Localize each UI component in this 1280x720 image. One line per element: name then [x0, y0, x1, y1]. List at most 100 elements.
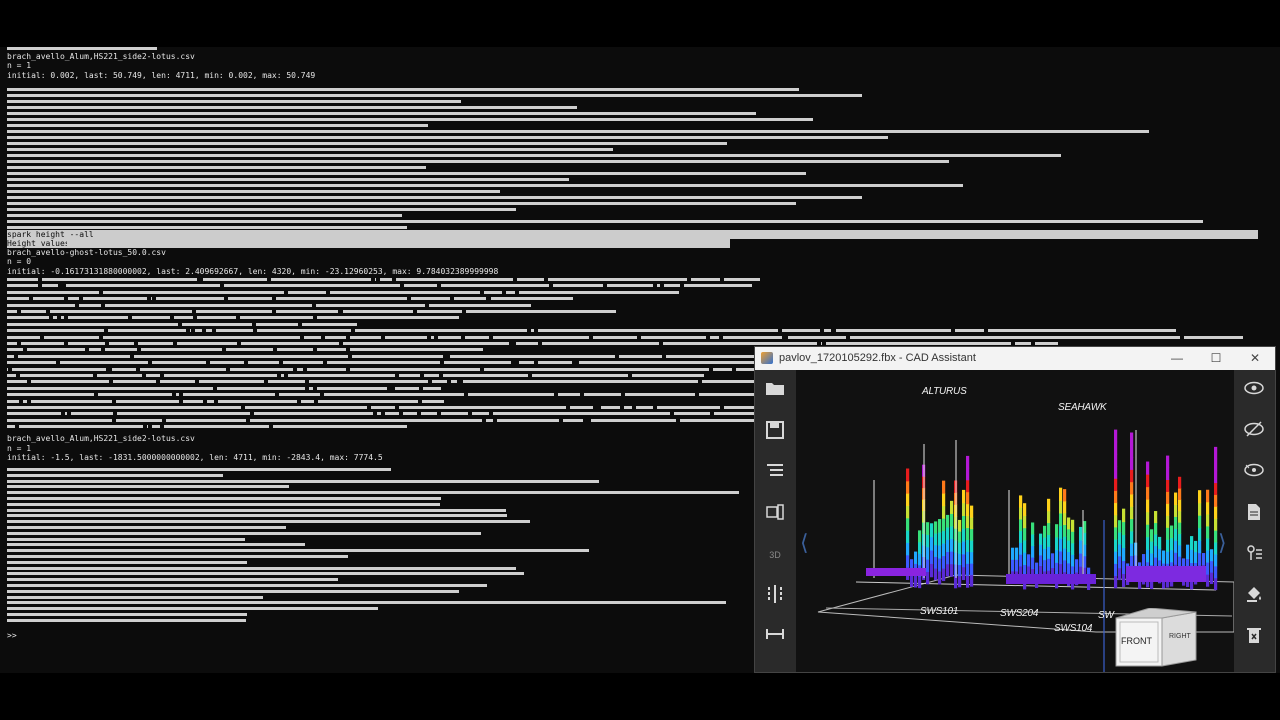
spark-gap: [79, 297, 83, 301]
save-icon[interactable]: [764, 421, 786, 443]
spark-row: [7, 479, 599, 483]
spark-gap: [569, 348, 573, 352]
bar-segment: [1178, 499, 1182, 512]
bar-segment: [914, 551, 918, 564]
folder-icon[interactable]: [764, 380, 786, 402]
bar-segment: [926, 534, 930, 548]
title-bar[interactable]: pavlov_1720105292.fbx - CAD Assistant — …: [755, 347, 1275, 370]
cad-assistant-window[interactable]: pavlov_1720105292.fbx - CAD Assistant — …: [754, 346, 1276, 673]
properties-icon[interactable]: [1243, 544, 1265, 566]
spark-gap: [447, 380, 451, 384]
minimize-button[interactable]: —: [1163, 349, 1191, 367]
explode-icon[interactable]: [764, 503, 786, 525]
spark-row: [7, 531, 481, 535]
delete-icon[interactable]: [1243, 626, 1265, 648]
label-alturus: ALTURUS: [922, 386, 967, 397]
spark-gap: [1057, 290, 1061, 294]
spark-row: [7, 136, 888, 139]
spark-row: [7, 607, 378, 611]
bar-segment: [1214, 458, 1218, 472]
spark-row: [7, 124, 428, 127]
bar-segment: [1118, 520, 1122, 533]
spark-gap: [156, 380, 160, 384]
spark-gap: [457, 380, 461, 384]
bar-segment: [1146, 536, 1150, 550]
spark-gap: [462, 310, 466, 313]
bar-segment: [930, 550, 934, 564]
navigation-cube[interactable]: FRONT RIGHT: [1114, 608, 1198, 670]
spark-gap: [461, 335, 465, 339]
bar-segment: [1047, 546, 1051, 559]
spark-gap: [380, 322, 384, 326]
bar-segment: [1150, 552, 1154, 566]
spark-gap: [206, 361, 210, 365]
close-button[interactable]: ✕: [1241, 349, 1269, 367]
bar-segment: [1130, 481, 1134, 495]
spark-row: [7, 520, 530, 524]
spark-gap: [973, 316, 977, 320]
spark-gap: [428, 380, 432, 384]
bar-segment: [946, 514, 950, 528]
section-icon[interactable]: [764, 585, 786, 607]
spark-gap: [482, 418, 486, 422]
spark-gap: [978, 278, 982, 281]
view-3d-icon[interactable]: 3D: [764, 544, 786, 566]
spark-row: [7, 386, 1258, 390]
nav-right-arrow[interactable]: ⟩: [1218, 530, 1227, 556]
terminal-line-n2: n = 0: [7, 257, 32, 266]
spark-gap: [313, 348, 317, 352]
spark-gap: [381, 412, 385, 416]
bar-segment: [1071, 554, 1075, 567]
bar-segment: [966, 563, 970, 576]
spark-gap: [720, 322, 724, 326]
paint-icon[interactable]: [1243, 585, 1265, 607]
bar-segment: [934, 556, 938, 569]
bar-segment: [1146, 524, 1150, 538]
spark-row: [7, 566, 516, 570]
spark-row: [7, 526, 286, 529]
hide-icon[interactable]: [1243, 421, 1265, 443]
bar-segment: [1063, 559, 1067, 573]
3d-viewport[interactable]: ALTURUS SEAHAWK SWS101 SWS204 SWS104 SW …: [796, 370, 1234, 672]
spark-gap: [93, 374, 97, 377]
spark-gap: [613, 386, 617, 390]
bar-segment: [1166, 455, 1170, 469]
spark-row: [7, 329, 1253, 333]
eye-icon[interactable]: [1243, 380, 1265, 402]
spark-gap: [905, 290, 909, 294]
spark-gap: [213, 386, 217, 390]
spark-row: [7, 303, 1200, 307]
document-icon[interactable]: [1243, 503, 1265, 525]
spark-gap: [195, 380, 199, 384]
spark-gap: [1232, 284, 1236, 288]
maximize-button[interactable]: ☐: [1202, 349, 1230, 367]
bar-segment: [934, 533, 938, 546]
navcube-front[interactable]: FRONT: [1121, 636, 1152, 646]
bar-segment: [1146, 486, 1150, 500]
navcube-right[interactable]: RIGHT: [1169, 633, 1191, 640]
bar-segment: [1043, 537, 1047, 549]
spark-gap: [1232, 278, 1236, 281]
bar-segment: [1031, 522, 1035, 535]
layers-icon[interactable]: [764, 462, 786, 484]
terminal-line-stats2: initial: -0.16173131880000002, last: 2.4…: [7, 267, 499, 276]
measure-icon[interactable]: [764, 626, 786, 648]
bar-segment: [1130, 543, 1134, 556]
bar-segment: [906, 480, 910, 494]
spark-gap: [143, 425, 147, 429]
bar-segment: [1079, 553, 1083, 567]
spark-row: [7, 284, 1236, 288]
spark-gap: [480, 367, 484, 371]
spark-gap: [549, 284, 553, 288]
bar-segment: [1146, 499, 1150, 513]
terminal-line-heading: Height values: [7, 239, 70, 248]
bar-segment: [1206, 574, 1210, 587]
show-icon[interactable]: [1243, 462, 1265, 484]
spark-row: [7, 142, 727, 145]
terminal-prompt[interactable]: >>: [7, 631, 17, 640]
spark-gap: [148, 425, 152, 429]
spark-gap: [373, 412, 377, 416]
nav-left-arrow[interactable]: ⟨: [800, 530, 809, 556]
bar-segment: [1039, 554, 1043, 567]
bar-segment: [1063, 524, 1067, 537]
